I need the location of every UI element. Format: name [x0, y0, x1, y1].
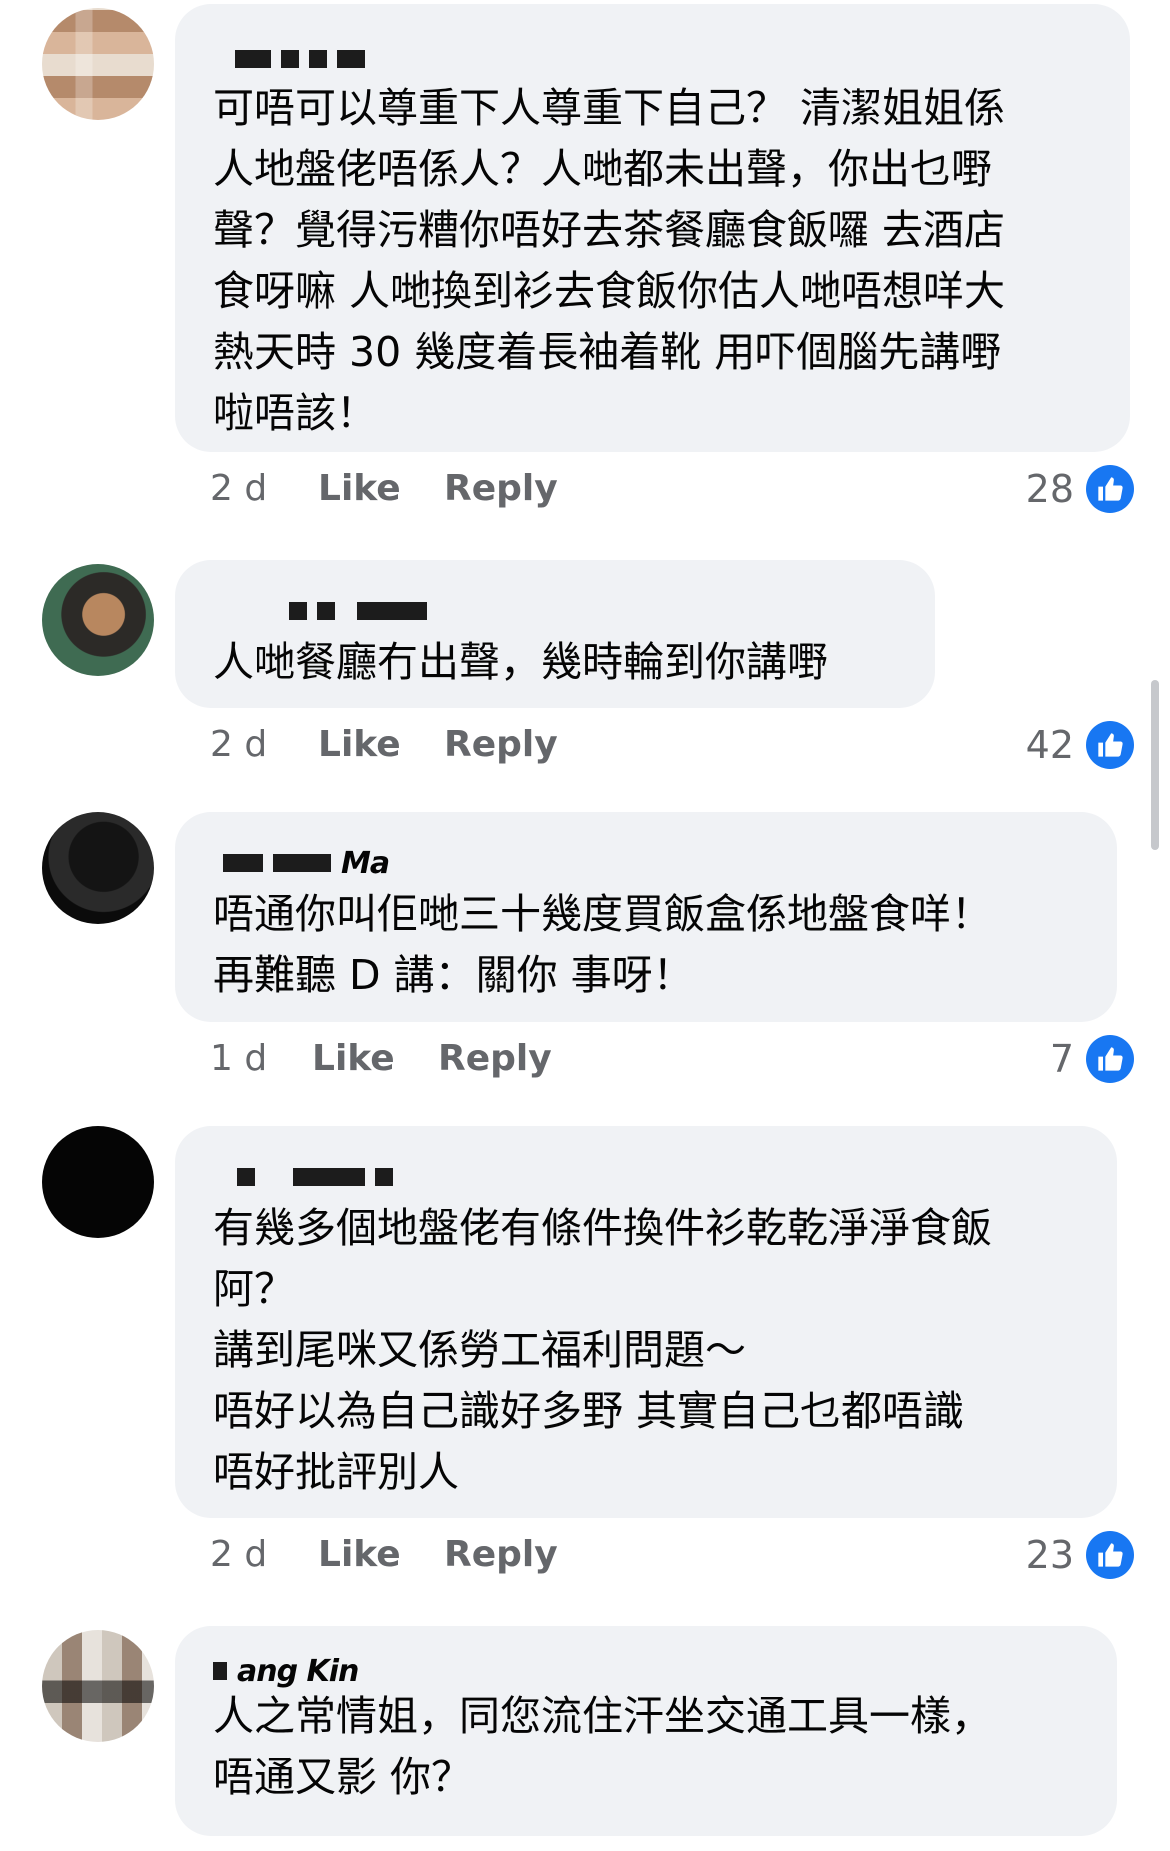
comment-time[interactable]: 1 d [210, 1038, 312, 1079]
reply-button[interactable]: Reply [444, 724, 558, 765]
avatar[interactable] [42, 8, 154, 120]
comment-text: 人哋餐廳冇出聲，幾時輪到你講嘢 [213, 638, 828, 686]
comment-text: 有幾多個地盤佬有條件換件衫乾乾淨淨食飯 阿？ 講到尾咪又係勞工福利問題～ 唔好以… [213, 1204, 992, 1496]
thumbs-up-icon [1086, 1035, 1134, 1083]
reply-button[interactable]: Reply [438, 1038, 552, 1079]
comment-author[interactable] [289, 598, 437, 624]
comment-time[interactable]: 2 d [210, 724, 318, 765]
thumbs-up-icon [1086, 721, 1134, 769]
comment-actions: 2 d Like Reply [210, 724, 558, 765]
scrollbar[interactable] [1151, 680, 1159, 850]
avatar[interactable] [42, 564, 154, 676]
reaction-count: 28 [1025, 467, 1074, 511]
thumbs-up-icon [1086, 1531, 1134, 1579]
avatar[interactable] [42, 812, 154, 924]
comment-actions: 2 d Like Reply [210, 1534, 558, 1575]
comment-bubble: 人哋餐廳冇出聲，幾時輪到你講嘢 [175, 560, 935, 708]
reaction-count: 7 [1049, 1037, 1074, 1081]
comment-author[interactable]: Ma [223, 846, 390, 881]
comment-author[interactable] [237, 1164, 403, 1190]
comment-time[interactable]: 2 d [210, 468, 318, 509]
like-button[interactable]: Like [318, 1534, 444, 1575]
comment-bubble: 可唔可以尊重下人尊重下自己？ 清潔姐姐係 人地盤佬唔係人？人哋都未出聲，你出乜嘢… [175, 4, 1130, 452]
avatar[interactable] [42, 1630, 154, 1742]
comment-bubble: 有幾多個地盤佬有條件換件衫乾乾淨淨食飯 阿？ 講到尾咪又係勞工福利問題～ 唔好以… [175, 1126, 1117, 1518]
avatar[interactable] [42, 1126, 154, 1238]
comment-actions: 1 d Like Reply [210, 1038, 552, 1079]
like-button[interactable]: Like [318, 724, 444, 765]
like-button[interactable]: Like [318, 468, 444, 509]
reaction-summary[interactable]: 42 [1026, 721, 1134, 769]
comment-bubble: Ma 唔通你叫佢哋三十幾度買飯盒係地盤食咩！ 再難聽 D 講：關你 事呀！ [175, 812, 1117, 1022]
thumbs-up-icon [1086, 465, 1134, 513]
comment-actions: 2 d Like Reply [210, 468, 558, 509]
comment-time[interactable]: 2 d [210, 1534, 318, 1575]
comment-author[interactable]: ang Kin [213, 1654, 359, 1689]
reply-button[interactable]: Reply [444, 1534, 558, 1575]
reaction-count: 42 [1025, 723, 1074, 767]
comment-text: 人之常情姐，同您流住汗坐交通工具一樣， 唔通又影 你？ [213, 1692, 992, 1801]
comment-text: 可唔可以尊重下人尊重下自己？ 清潔姐姐係 人地盤佬唔係人？人哋都未出聲，你出乜嘢… [213, 84, 1006, 437]
reaction-summary[interactable]: 23 [1026, 1531, 1134, 1579]
comment-text: 唔通你叫佢哋三十幾度買飯盒係地盤食咩！ 再難聽 D 講：關你 事呀！ [213, 890, 992, 999]
like-button[interactable]: Like [312, 1038, 438, 1079]
reaction-summary[interactable]: 28 [1026, 465, 1134, 513]
reply-button[interactable]: Reply [444, 468, 558, 509]
reaction-count: 23 [1025, 1533, 1074, 1577]
reaction-summary[interactable]: 7 [1050, 1035, 1134, 1083]
comment-bubble: ang Kin 人之常情姐，同您流住汗坐交通工具一樣， 唔通又影 你？ [175, 1626, 1117, 1836]
comment-author[interactable] [235, 46, 375, 72]
